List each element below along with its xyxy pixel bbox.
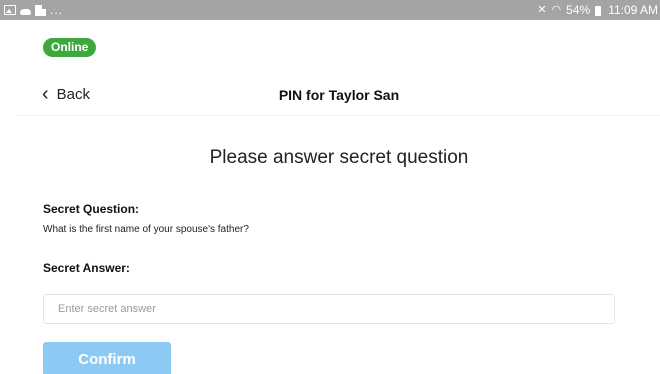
confirm-button[interactable]: Confirm: [43, 342, 171, 374]
status-bar: ... ✕ ◠ 54% 11:09 AM: [0, 0, 660, 20]
battery-percent: 54%: [566, 3, 591, 17]
clock: 11:09 AM: [608, 3, 658, 17]
online-status-badge: Online: [43, 38, 97, 57]
mute-icon: ✕: [537, 4, 547, 16]
battery-icon: [595, 6, 602, 16]
note-icon: [35, 4, 46, 16]
secret-question-text: What is the first name of your spouse's …: [43, 224, 249, 235]
image-icon: [4, 5, 16, 15]
status-indicators: ✕ ◠ 54% 11:09 AM: [537, 2, 658, 18]
notification-overflow: ...: [50, 3, 64, 17]
secret-question-label: Secret Question:: [43, 202, 140, 216]
cloud-icon: [20, 8, 31, 15]
secret-answer-input[interactable]: [43, 294, 615, 324]
page-title: PIN for Taylor San: [278, 87, 400, 103]
wifi-icon: ◠: [551, 4, 562, 16]
top-navigation: ‹ Back PIN for Taylor San: [18, 76, 660, 116]
secret-answer-label: Secret Answer:: [43, 261, 130, 275]
notification-icons: ...: [4, 3, 63, 17]
form-heading: Please answer secret question: [209, 147, 469, 168]
secret-question-form: Please answer secret question Secret Que…: [18, 116, 660, 374]
